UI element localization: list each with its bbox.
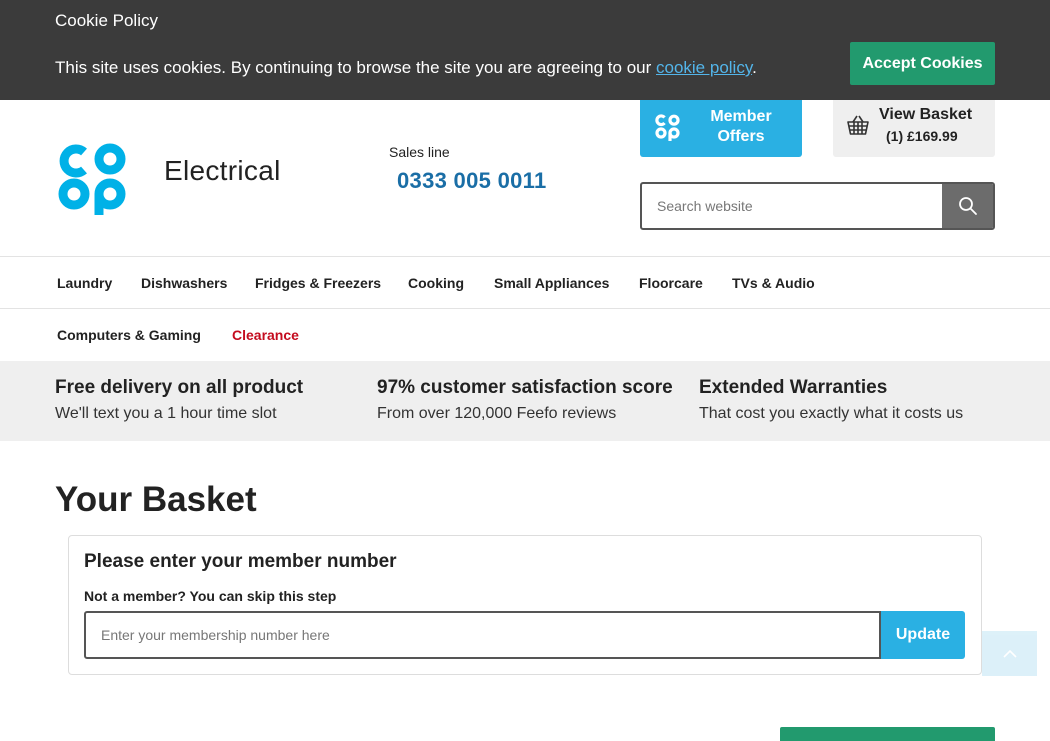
usp-subtitle: From over 120,000 Feefo reviews	[377, 405, 617, 422]
usp-warranties: Extended Warranties That cost you exactl…	[699, 377, 963, 423]
accept-cookies-button[interactable]: Accept Cookies	[850, 42, 995, 85]
cookie-banner: Cookie Policy This site uses cookies. By…	[0, 0, 1050, 100]
nav-item-laundry[interactable]: Laundry	[57, 275, 112, 291]
member-number-panel: Please enter your member number Not a me…	[68, 535, 982, 675]
basket-icon	[847, 115, 869, 135]
member-offers-line2: Offers	[717, 128, 765, 145]
search-input[interactable]	[642, 184, 944, 228]
usp-title: Extended Warranties	[699, 377, 888, 398]
usp-title: 97% customer satisfaction score	[377, 377, 673, 398]
update-button[interactable]: Update	[881, 611, 965, 659]
membership-field	[84, 611, 881, 659]
member-offers-button[interactable]: Member Offers	[640, 98, 802, 157]
checkout-button[interactable]	[780, 727, 995, 741]
nav-item-small-appliances[interactable]: Small Appliances	[494, 275, 609, 291]
member-panel-subtitle: Not a member? You can skip this step	[84, 588, 337, 604]
view-basket-title: View Basket	[879, 106, 973, 123]
usp-subtitle: We'll text you a 1 hour time slot	[55, 405, 277, 422]
member-offers-line1: Member	[710, 108, 772, 125]
usp-subtitle: That cost you exactly what it costs us	[699, 405, 964, 422]
nav-item-dishwashers[interactable]: Dishwashers	[141, 275, 227, 291]
sales-line-number[interactable]: 0333 005 0011	[397, 168, 547, 194]
back-to-top-button[interactable]	[982, 631, 1037, 676]
nav-item-fridges-freezers[interactable]: Fridges & Freezers	[255, 275, 381, 291]
main-nav-row-2: Computers & Gaming Clearance	[0, 309, 1050, 361]
usp-delivery: Free delivery on all product We'll text …	[55, 377, 303, 423]
membership-number-input[interactable]	[86, 613, 879, 657]
search-button[interactable]	[942, 184, 993, 228]
sales-line-label: Sales line	[389, 144, 450, 160]
main-nav-row-1: Laundry Dishwashers Fridges & Freezers C…	[0, 257, 1050, 309]
page-title: Your Basket	[55, 480, 257, 519]
usp-strip: Free delivery on all product We'll text …	[0, 361, 1050, 441]
nav-item-tvs-audio[interactable]: TVs & Audio	[732, 275, 815, 291]
member-panel-title: Please enter your member number	[84, 551, 397, 572]
coop-mini-icon	[655, 114, 680, 141]
brand-subtitle: Electrical	[164, 155, 281, 186]
coop-logo[interactable]	[54, 139, 126, 215]
site-search	[640, 182, 995, 230]
view-basket-button[interactable]: View Basket (1) £169.99	[833, 98, 995, 157]
usp-title: Free delivery on all product	[55, 377, 304, 398]
nav-item-floorcare[interactable]: Floorcare	[639, 275, 703, 291]
cookie-policy-link[interactable]: cookie policy	[656, 58, 752, 77]
nav-item-computers-gaming[interactable]: Computers & Gaming	[57, 327, 201, 343]
usp-satisfaction: 97% customer satisfaction score From ove…	[377, 377, 673, 423]
nav-item-clearance[interactable]: Clearance	[232, 327, 299, 343]
cookie-text-end: .	[752, 58, 757, 77]
search-icon	[958, 197, 977, 215]
basket-summary: (1) £169.99	[886, 128, 958, 144]
cookie-text: This site uses cookies. By continuing to…	[55, 58, 757, 78]
cookie-text-body: This site uses cookies. By continuing to…	[55, 58, 656, 77]
nav-item-cooking[interactable]: Cooking	[408, 275, 464, 291]
cookie-title: Cookie Policy	[55, 11, 158, 30]
chevron-up-icon	[1002, 649, 1017, 658]
